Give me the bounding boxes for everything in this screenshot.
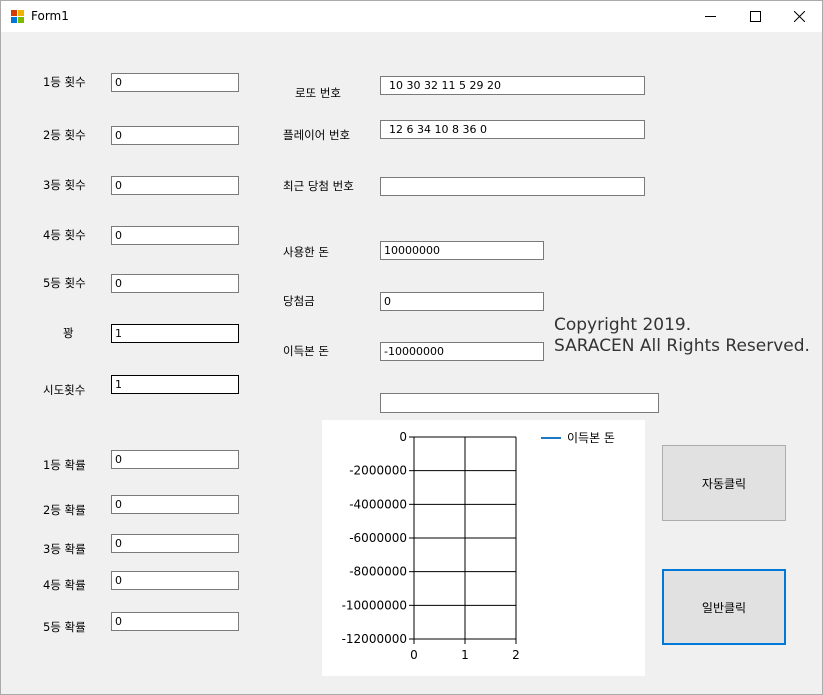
profit-chart-svg: 0 -2000000 -4000000 -6000000 -8000000 -100000…	[342, 430, 615, 662]
miss-count-field[interactable]: 1	[111, 324, 239, 343]
legend-series-label: 이득본 돈	[567, 431, 615, 445]
maximize-icon	[749, 11, 761, 22]
title-bar[interactable]: Form1	[1, 1, 822, 32]
minimize-button[interactable]	[687, 1, 733, 32]
fifth-prob-label: 5등 확률	[43, 620, 86, 634]
y-tick-label: -12000000	[342, 632, 407, 646]
auto-click-button[interactable]: 자동클릭	[662, 445, 786, 521]
close-button[interactable]	[776, 1, 822, 32]
first-count-label: 1등 횟수	[43, 75, 86, 89]
recent-winning-label: 최근 당첨 번호	[283, 179, 354, 193]
second-prob-field[interactable]: 0	[111, 495, 239, 514]
fourth-prob-field[interactable]: 0	[111, 571, 239, 590]
extra-field[interactable]	[380, 393, 659, 413]
form-window: Form1 1등 횟수 0 2등 횟수 0 3등 횟수 0 4등 횟수 0 5등…	[0, 0, 823, 695]
chart-grid	[413, 436, 517, 640]
y-tick-label: -2000000	[349, 464, 407, 478]
fifth-count-label: 5등 횟수	[43, 276, 86, 290]
x-tick-label: 0	[410, 648, 418, 662]
minimize-icon	[704, 16, 716, 17]
spent-money-label: 사용한 돈	[283, 245, 329, 259]
player-number-field[interactable]: 12 6 34 10 8 36 0	[380, 120, 645, 139]
attempt-count-field[interactable]: 1	[111, 375, 239, 394]
y-tick-label: -6000000	[349, 531, 407, 545]
fourth-count-field[interactable]: 0	[111, 226, 239, 245]
second-count-label: 2등 횟수	[43, 128, 86, 142]
second-count-field[interactable]: 0	[111, 126, 239, 145]
copyright-line-1: Copyright 2019.	[554, 315, 692, 335]
x-tick-label: 2	[512, 648, 520, 662]
spent-money-field[interactable]: 10000000	[380, 241, 544, 260]
prize-money-field[interactable]: 0	[380, 292, 544, 311]
profit-money-label: 이득본 돈	[283, 344, 329, 358]
fourth-prob-label: 4등 확률	[43, 578, 86, 592]
app-icon	[11, 10, 24, 23]
lotto-number-label: 로또 번호	[295, 86, 341, 100]
fourth-count-label: 4등 횟수	[43, 228, 86, 242]
copyright-text: Copyright 2019. SARACEN All Rights Reser…	[554, 315, 810, 357]
third-count-field[interactable]: 0	[111, 176, 239, 195]
second-prob-label: 2등 확률	[43, 503, 86, 517]
y-tick-label: 0	[399, 430, 407, 444]
x-tick-label: 1	[461, 648, 469, 662]
first-prob-label: 1등 확률	[43, 458, 86, 472]
maximize-button[interactable]	[732, 1, 778, 32]
first-prob-field[interactable]: 0	[111, 450, 239, 469]
fifth-count-field[interactable]: 0	[111, 274, 239, 293]
prize-money-label: 당첨금	[283, 294, 315, 308]
y-tick-label: -10000000	[342, 598, 407, 612]
third-count-label: 3등 횟수	[43, 178, 86, 192]
chart-ticks: 0 -2000000 -4000000 -6000000 -8000000 -100000…	[342, 430, 520, 662]
profit-chart: 0 -2000000 -4000000 -6000000 -8000000 -100000…	[322, 420, 645, 676]
y-tick-label: -4000000	[349, 497, 407, 511]
profit-money-field[interactable]: -10000000	[380, 342, 544, 361]
y-tick-label: -8000000	[349, 565, 407, 579]
close-icon	[793, 11, 805, 22]
attempt-count-label: 시도횟수	[43, 383, 86, 397]
copyright-line-2: SARACEN All Rights Reserved.	[554, 336, 810, 356]
player-number-label: 플레이어 번호	[283, 128, 351, 142]
third-prob-label: 3등 확률	[43, 542, 86, 556]
window-title: Form1	[31, 9, 69, 23]
third-prob-field[interactable]: 0	[111, 534, 239, 553]
lotto-number-field[interactable]: 10 30 32 11 5 29 20	[380, 76, 645, 95]
first-count-field[interactable]: 0	[111, 73, 239, 92]
miss-count-label: 꽝	[63, 326, 74, 340]
recent-winning-field[interactable]	[380, 177, 645, 196]
fifth-prob-field[interactable]: 0	[111, 612, 239, 631]
normal-click-button[interactable]: 일반클릭	[662, 569, 786, 645]
